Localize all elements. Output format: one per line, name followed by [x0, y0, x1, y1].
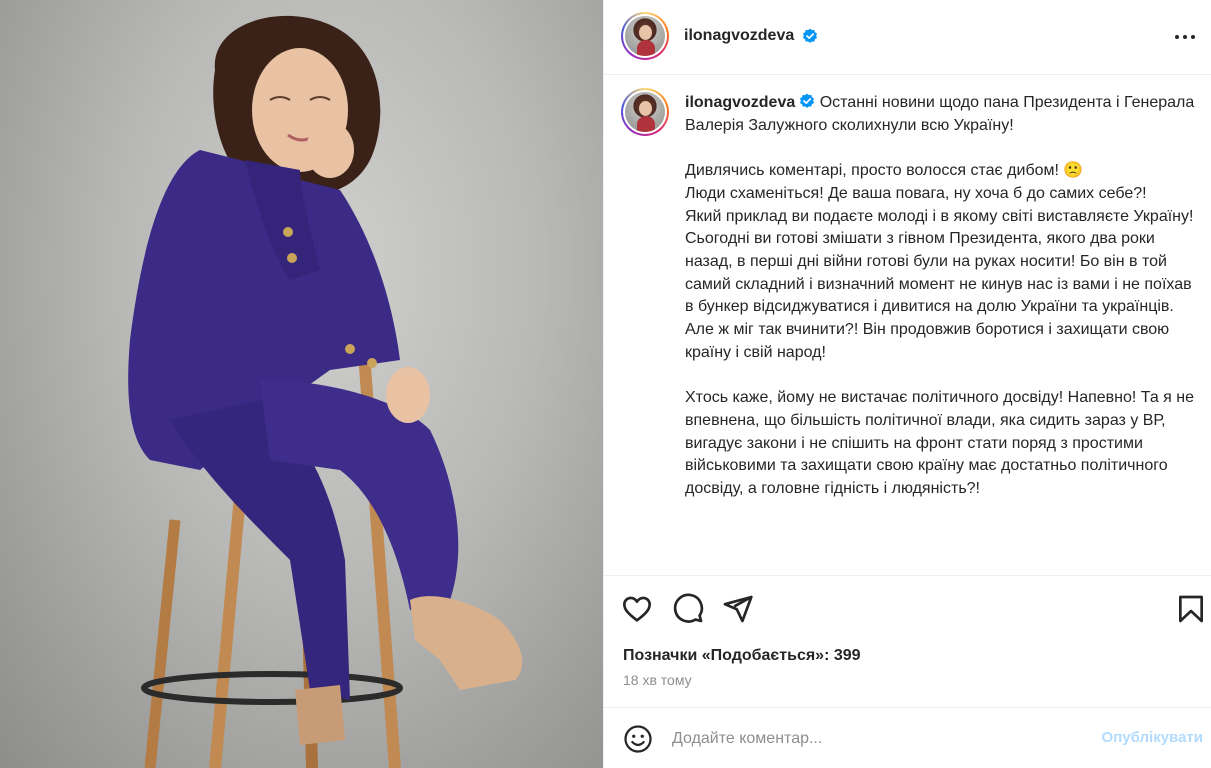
send-icon[interactable] — [722, 593, 754, 625]
post-details-panel: ilonagvozdeva ilonagvozdeva Останні нови… — [604, 0, 1211, 768]
post-photo[interactable] — [0, 0, 603, 768]
heart-icon[interactable] — [621, 593, 653, 625]
action-bar — [604, 577, 1211, 641]
caption-verified-badge-icon — [800, 93, 815, 108]
header-username[interactable]: ilonagvozdeva — [684, 27, 794, 45]
avatar[interactable] — [621, 12, 669, 60]
likes-count[interactable]: Позначки «Подобається»: 399 — [623, 647, 861, 665]
emoji-icon[interactable] — [623, 724, 653, 754]
photo-illustration — [128, 15, 523, 768]
caption-username[interactable]: ilonagvozdeva — [685, 94, 795, 111]
caption-area: ilonagvozdeva Останні новини щодо пана П… — [604, 76, 1211, 576]
comment-icon[interactable] — [672, 593, 704, 625]
caption-text: ilonagvozdeva Останні новини щодо пана П… — [685, 92, 1195, 501]
comment-input[interactable] — [672, 726, 1072, 752]
caption-avatar[interactable] — [621, 88, 669, 136]
post-header: ilonagvozdeva — [604, 0, 1211, 75]
more-horizontal-icon[interactable] — [1173, 27, 1197, 47]
verified-badge-icon — [803, 28, 817, 43]
post-timestamp[interactable]: 18 хв тому — [623, 672, 692, 688]
caption-paragraph-2: Дивлячись коментарі, просто волосся стає… — [685, 162, 1194, 361]
caption-paragraph-3: Хтось каже, йому не вистачає політичного… — [685, 389, 1199, 497]
comment-bar: Опублікувати — [604, 707, 1211, 768]
bookmark-icon[interactable] — [1175, 593, 1207, 625]
publish-button[interactable]: Опублікувати — [1102, 729, 1203, 746]
